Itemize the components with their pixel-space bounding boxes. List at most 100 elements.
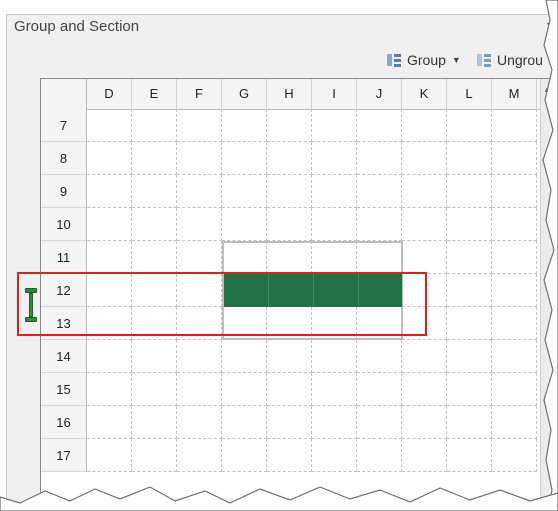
grid-cell[interactable] [402,208,447,241]
grid-cell[interactable] [447,109,492,142]
grid-cell[interactable] [402,439,447,472]
row-header[interactable]: 7 [41,109,87,142]
grid-cell[interactable] [402,142,447,175]
grid-cell[interactable] [402,109,447,142]
dropdown-caret-icon[interactable]: ▼ [452,55,461,65]
grid-cell[interactable] [132,340,177,373]
grid-cell[interactable] [222,340,267,373]
grid-cell[interactable] [267,208,312,241]
grid-cell[interactable] [87,142,132,175]
grid-cell[interactable] [312,439,357,472]
grid-cell[interactable] [357,109,402,142]
grid-cell[interactable] [357,340,402,373]
grid-cell[interactable] [312,175,357,208]
grid-cell[interactable] [447,274,492,307]
grid-cell[interactable] [357,208,402,241]
grid-cell[interactable] [222,406,267,439]
grid-cell[interactable] [222,241,267,274]
column-header[interactable]: K [402,79,447,109]
grid-cell[interactable] [267,241,312,274]
grid-cell[interactable] [312,373,357,406]
grid-cell[interactable] [177,241,222,274]
grid-cell[interactable] [87,373,132,406]
row-header[interactable]: 17 [41,439,87,472]
grid-cell[interactable] [132,373,177,406]
grid-cell[interactable] [447,208,492,241]
grid-cell[interactable] [132,208,177,241]
grid-cell[interactable] [132,241,177,274]
grid-cell[interactable] [357,241,402,274]
grid-cell[interactable] [87,406,132,439]
grid-cell[interactable] [222,109,267,142]
grid-cell[interactable] [177,175,222,208]
grid-cell[interactable] [312,142,357,175]
row-header[interactable]: 15 [41,373,87,406]
grid-cell[interactable] [132,175,177,208]
grid-cell[interactable] [447,406,492,439]
grid-cell[interactable] [87,241,132,274]
column-header[interactable]: G [222,79,267,109]
grid-cell[interactable] [402,241,447,274]
grid-cell[interactable] [402,373,447,406]
grid-cell[interactable] [402,340,447,373]
grid-cell[interactable] [177,373,222,406]
grid-cell[interactable] [222,142,267,175]
row-header[interactable]: 9 [41,175,87,208]
grid-cell[interactable] [447,373,492,406]
grid-cell[interactable] [312,241,357,274]
column-header[interactable]: D [87,79,132,109]
column-header[interactable]: H [267,79,312,109]
column-header[interactable]: F [177,79,222,109]
grid-cell[interactable] [222,208,267,241]
grid-cell[interactable] [132,142,177,175]
row-header[interactable]: 16 [41,406,87,439]
row-header[interactable]: 8 [41,142,87,175]
grid-cell[interactable] [87,340,132,373]
grid-cell[interactable] [357,142,402,175]
grid-cell[interactable] [312,109,357,142]
grid-cell[interactable] [177,439,222,472]
grid-cell[interactable] [177,208,222,241]
grid-cell[interactable] [312,208,357,241]
grid-cell[interactable] [357,175,402,208]
group-button[interactable]: Group ▼ [387,49,461,71]
grid-cell[interactable] [447,307,492,340]
grid-cell[interactable] [402,406,447,439]
grid-cell[interactable] [312,340,357,373]
grid-cell[interactable] [447,340,492,373]
column-header[interactable]: I [312,79,357,109]
grid-cell[interactable] [177,142,222,175]
row-header[interactable]: 14 [41,340,87,373]
column-header[interactable]: L [447,79,492,109]
grid-cell[interactable] [267,142,312,175]
grid-cell[interactable] [267,340,312,373]
grid-cell[interactable] [87,439,132,472]
grid-cell[interactable] [87,109,132,142]
grid-cell[interactable] [132,439,177,472]
grid-cell[interactable] [312,406,357,439]
column-header[interactable]: E [132,79,177,109]
grid-cell[interactable] [222,373,267,406]
grid-cell[interactable] [267,373,312,406]
grid-cell[interactable] [267,406,312,439]
grid-cell[interactable] [177,340,222,373]
grid-cell[interactable] [357,406,402,439]
grid-cell[interactable] [357,439,402,472]
grid-cell[interactable] [132,406,177,439]
grid-cell[interactable] [267,109,312,142]
grid-cell[interactable] [222,439,267,472]
column-header[interactable]: J [357,79,402,109]
grid-cell[interactable] [87,175,132,208]
grid-cell[interactable] [447,439,492,472]
grid-cell[interactable] [87,208,132,241]
grid-cell[interactable] [447,241,492,274]
grid-cell[interactable] [447,142,492,175]
grid-cell[interactable] [402,175,447,208]
grid-cell[interactable] [132,109,177,142]
grid-cell[interactable] [177,109,222,142]
grid-cell[interactable] [222,175,267,208]
row-header[interactable]: 10 [41,208,87,241]
row-header[interactable]: 11 [41,241,87,274]
grid-cell[interactable] [357,373,402,406]
select-all-corner[interactable] [41,79,87,109]
